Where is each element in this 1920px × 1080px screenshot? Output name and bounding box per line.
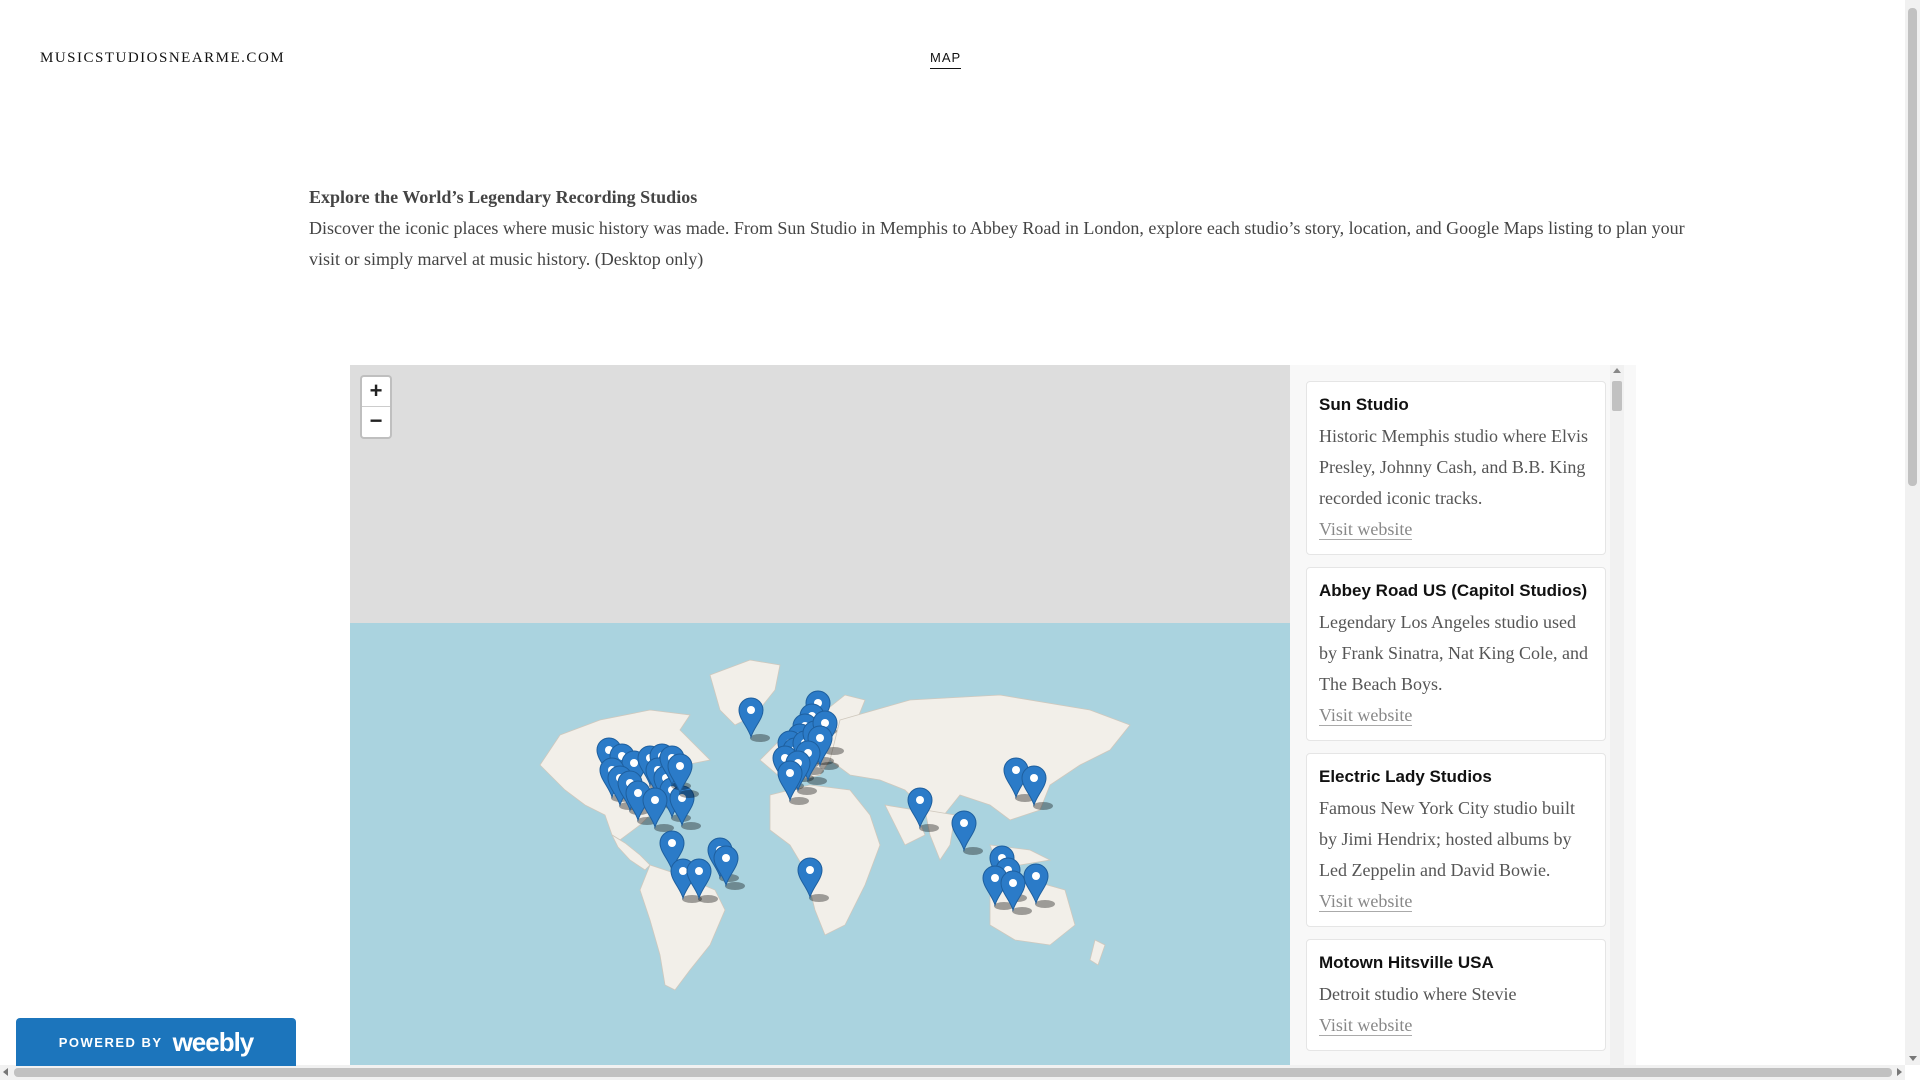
studio-card[interactable]: Abbey Road US (Capitol Studios) Legendar… bbox=[1306, 567, 1606, 741]
marker-shadow bbox=[698, 895, 718, 903]
marker-dot bbox=[816, 734, 824, 742]
scroll-down-icon[interactable] bbox=[1909, 1056, 1917, 1061]
studio-cards: Sun Studio Historic Memphis studio where… bbox=[1306, 381, 1606, 1063]
page-scroll-thumb[interactable] bbox=[1908, 8, 1917, 486]
page-hscroll-thumb[interactable] bbox=[14, 1068, 1892, 1077]
marker-shadow bbox=[919, 824, 939, 832]
page-horizontal-scrollbar[interactable] bbox=[0, 1065, 1905, 1080]
marker-shadow bbox=[1033, 802, 1053, 810]
marker-dot bbox=[651, 796, 659, 804]
marker-dot bbox=[630, 759, 638, 767]
studio-name: Electric Lady Studios bbox=[1319, 767, 1492, 786]
marker-dot bbox=[1009, 879, 1017, 887]
marker-shadow bbox=[750, 734, 770, 742]
studio-name: Motown Hitsville USA bbox=[1319, 953, 1494, 972]
marker-dot bbox=[991, 874, 999, 882]
marker-shadow bbox=[1035, 900, 1055, 908]
list-scroll-thumb[interactable] bbox=[1612, 381, 1622, 411]
marker-dot bbox=[722, 854, 730, 862]
zoom-out-button[interactable]: − bbox=[362, 407, 390, 437]
marker-dot bbox=[634, 789, 642, 797]
marker-shadow bbox=[807, 777, 827, 785]
studio-card[interactable]: Sun Studio Historic Memphis studio where… bbox=[1306, 381, 1606, 555]
marker-dot bbox=[679, 867, 687, 875]
zoom-control: + − bbox=[360, 375, 392, 439]
marker-dot bbox=[747, 706, 755, 714]
marker-dot bbox=[1030, 774, 1038, 782]
intro-section: Explore the World’s Legendary Recording … bbox=[309, 182, 1689, 275]
marker-dot bbox=[960, 819, 968, 827]
world-map[interactable]: + − bbox=[350, 365, 1290, 1080]
marker-shadow bbox=[789, 797, 809, 805]
studio-list-panel[interactable]: Sun Studio Historic Memphis studio where… bbox=[1290, 365, 1636, 1080]
studio-card[interactable]: Electric Lady Studios Famous New York Ci… bbox=[1306, 753, 1606, 927]
visit-website-link[interactable]: Visit website bbox=[1319, 705, 1413, 726]
nav-item-map[interactable]: MAP bbox=[930, 50, 962, 69]
studio-card[interactable]: Motown Hitsville USA Detroit studio wher… bbox=[1306, 939, 1606, 1051]
studio-description: Famous New York City studio built by Jim… bbox=[1319, 798, 1576, 880]
marker-dot bbox=[695, 867, 703, 875]
studio-name: Abbey Road US (Capitol Studios) bbox=[1319, 581, 1588, 600]
visit-website-link[interactable]: Visit website bbox=[1319, 891, 1413, 912]
visit-website-link[interactable]: Visit website bbox=[1319, 519, 1413, 540]
marker-dot bbox=[1012, 766, 1020, 774]
weebly-logo: weebly bbox=[172, 1026, 255, 1057]
marker-shadow bbox=[819, 762, 839, 770]
zoom-in-button[interactable]: + bbox=[362, 377, 390, 407]
list-scrollbar[interactable] bbox=[1610, 365, 1624, 1080]
marker-shadow bbox=[809, 894, 829, 902]
marker-shadow bbox=[797, 787, 817, 795]
scroll-left-icon[interactable] bbox=[3, 1068, 8, 1076]
studio-map-widget: + − Sun Studio Historic Memphis studio w… bbox=[350, 365, 1636, 1080]
marker-shadow bbox=[963, 847, 983, 855]
studio-description: Legendary Los Angeles studio used by Fra… bbox=[1319, 612, 1588, 694]
marker-dot bbox=[676, 762, 684, 770]
scroll-right-icon[interactable] bbox=[1897, 1068, 1902, 1076]
marker-shadow bbox=[725, 882, 745, 890]
studio-name: Sun Studio bbox=[1319, 395, 1409, 414]
map-tiles[interactable] bbox=[350, 365, 1290, 1080]
marker-dot bbox=[1032, 872, 1040, 880]
visit-website-link[interactable]: Visit website bbox=[1319, 1015, 1413, 1036]
site-title[interactable]: MUSICSTUDIOSNEARME.COM bbox=[40, 50, 285, 67]
marker-shadow bbox=[1012, 907, 1032, 915]
studio-description: Historic Memphis studio where Elvis Pres… bbox=[1319, 426, 1588, 508]
studio-description: Detroit studio where Stevie bbox=[1319, 984, 1517, 1004]
marker-dot bbox=[786, 769, 794, 777]
scroll-up-icon[interactable] bbox=[1613, 368, 1621, 373]
marker-shadow bbox=[681, 822, 701, 830]
marker-dot bbox=[916, 796, 924, 804]
page-vertical-scrollbar[interactable] bbox=[1905, 0, 1920, 1065]
marker-shadow bbox=[679, 790, 699, 798]
marker-dot bbox=[668, 839, 676, 847]
marker-dot bbox=[806, 866, 814, 874]
intro-heading: Explore the World’s Legendary Recording … bbox=[309, 187, 698, 207]
powered-by-label: POWERED BY bbox=[58, 1034, 163, 1050]
weebly-badge[interactable]: POWERED BY weebly bbox=[16, 1018, 296, 1066]
intro-body: Discover the iconic places where music h… bbox=[309, 218, 1685, 269]
